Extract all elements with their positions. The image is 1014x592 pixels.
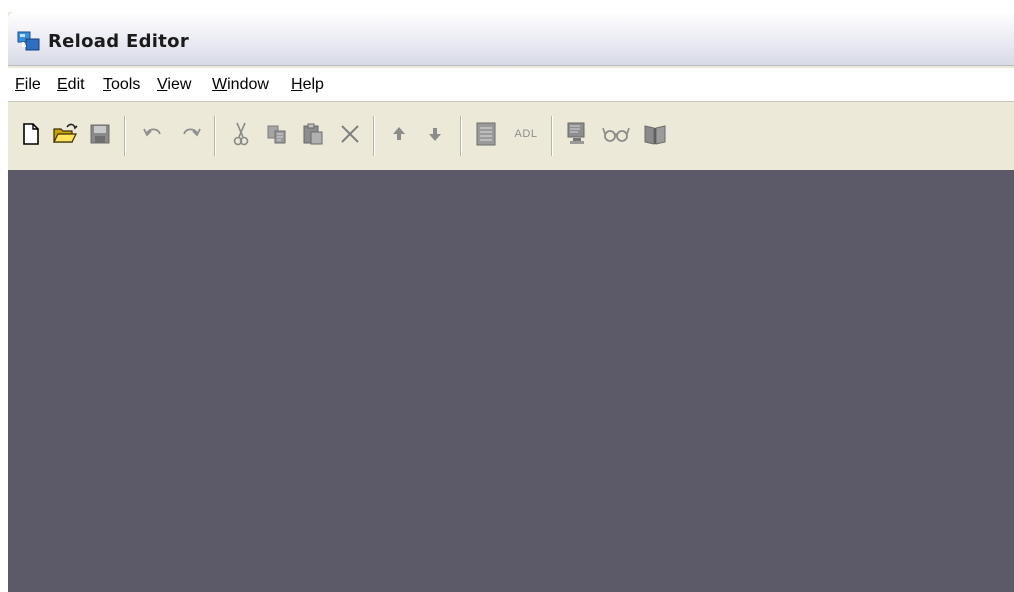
new-file-icon: [23, 123, 39, 145]
toolbar-separator: [460, 116, 461, 156]
toolbar: ADL: [8, 102, 1014, 170]
window-title: Reload Editor: [48, 31, 190, 52]
cut-button[interactable]: [228, 121, 254, 147]
document-icon: [476, 122, 496, 146]
menu-file[interactable]: File: [15, 77, 41, 93]
view-glasses-icon: [602, 127, 630, 142]
redo-button[interactable]: [178, 121, 204, 147]
move-down-icon: [429, 128, 441, 141]
menu-window[interactable]: Window: [212, 77, 269, 93]
delete-icon: [341, 125, 359, 143]
menu-tools[interactable]: Tools: [103, 77, 140, 93]
delete-button[interactable]: [337, 121, 363, 147]
new-file-button[interactable]: [18, 121, 44, 147]
menu-help[interactable]: Help: [291, 77, 324, 93]
undo-button[interactable]: [140, 121, 166, 147]
book-icon: [644, 125, 666, 145]
preview-package-button[interactable]: [564, 121, 590, 147]
document-button[interactable]: [473, 121, 499, 147]
reload-app-icon: [17, 30, 41, 52]
title-bar[interactable]: Reload Editor: [8, 12, 1014, 66]
toolbar-separator: [551, 116, 552, 156]
book-button[interactable]: [642, 121, 668, 147]
cut-icon: [233, 122, 249, 146]
move-down-button[interactable]: [422, 121, 448, 147]
open-folder-icon: [53, 123, 78, 143]
move-up-icon: [393, 127, 405, 140]
redo-icon: [183, 128, 201, 137]
toolbar-separator: [373, 116, 374, 156]
paste-icon: [303, 123, 323, 145]
copy-button[interactable]: [264, 121, 290, 147]
move-up-button[interactable]: [386, 121, 412, 147]
save-button[interactable]: [87, 121, 113, 147]
toolbar-separator: [124, 116, 125, 156]
menu-edit[interactable]: Edit: [57, 77, 85, 93]
toolbar-separator: [214, 116, 215, 156]
adl-icon: ADL: [514, 128, 538, 140]
copy-icon: [267, 125, 286, 144]
preview-package-icon: [567, 122, 585, 144]
open-button[interactable]: [52, 121, 78, 147]
paste-button[interactable]: [300, 121, 326, 147]
menu-bar: File Edit Tools View Window Help: [8, 68, 1014, 102]
menu-view[interactable]: View: [157, 77, 191, 93]
save-icon: [90, 124, 110, 144]
editor-workspace[interactable]: [8, 170, 1014, 592]
view-button[interactable]: [601, 121, 631, 147]
adl-button[interactable]: ADL: [511, 121, 541, 147]
undo-icon: [143, 128, 161, 137]
app-window: Reload Editor File Edit Tools View Windo…: [8, 12, 1014, 592]
